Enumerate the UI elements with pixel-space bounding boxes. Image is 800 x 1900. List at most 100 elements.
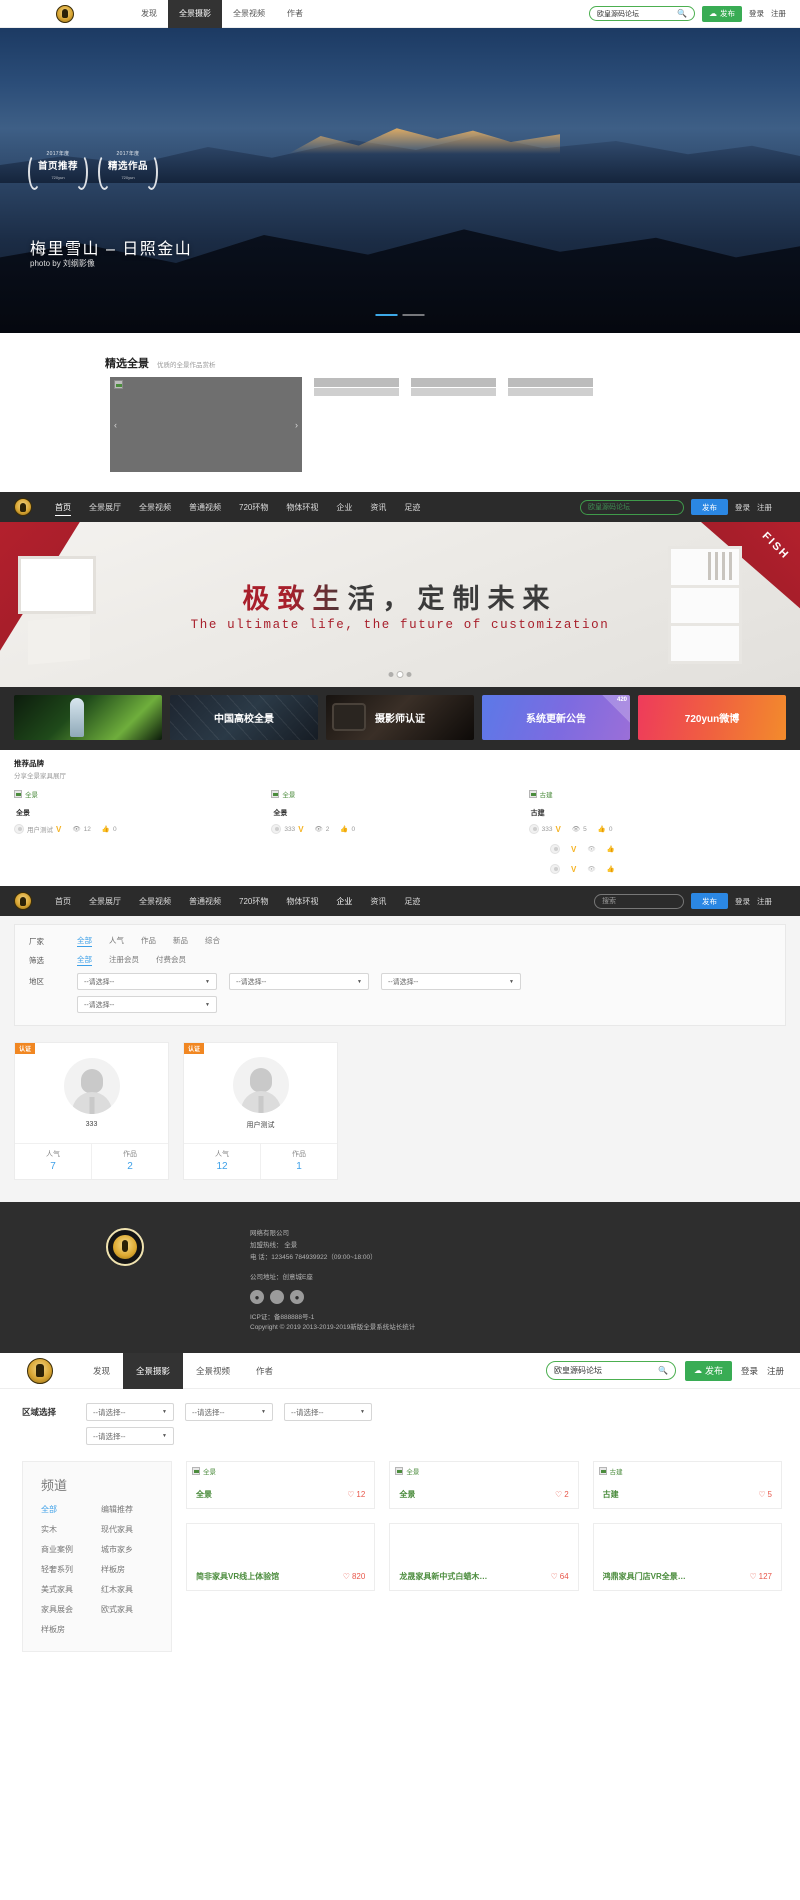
nav-item-enterprise[interactable]: 企业 — [327, 492, 361, 522]
brand-card[interactable]: 古建 古建 333 V 👁 5 � — [528, 789, 786, 834]
nav-item-pano-video[interactable]: 全景视频 — [222, 0, 276, 28]
nav-item-author[interactable]: 作者 — [276, 0, 314, 28]
site-logo-icon[interactable] — [27, 1357, 53, 1384]
promo-card-weibo[interactable]: 720yun微博 — [638, 695, 786, 740]
filter-option-popularity[interactable]: 人气 — [109, 935, 124, 947]
nav-item-normal-video[interactable]: 普通视频 — [180, 492, 230, 522]
gallery-card[interactable]: 全景 全景 ♡ 12 — [186, 1461, 376, 1510]
promo-card-photographer-cert[interactable]: 摄影师认证 — [326, 695, 474, 740]
channel-item-model-room[interactable]: 样板房 — [101, 1564, 161, 1575]
nav-item-discover[interactable]: 发现 — [130, 0, 168, 28]
nav-item-720-object[interactable]: 720环物 — [230, 886, 277, 916]
area-select-extra[interactable]: --请选择-- ▼ — [86, 1427, 174, 1446]
nav-item-footprints[interactable]: 足迹 — [395, 492, 429, 522]
search-box[interactable]: 搜索 — [594, 893, 684, 909]
search-box[interactable]: 欧皇源码论坛 🔍 — [545, 1361, 676, 1381]
register-link[interactable]: 注册 — [771, 8, 786, 19]
area-select-city[interactable]: --请选择-- ▼ — [185, 1403, 273, 1422]
publish-button[interactable]: ☁ 发布 — [684, 1360, 732, 1381]
furniture-banner[interactable]: FISH 极致生活，定制未来 The ultimate life, the fu… — [0, 522, 800, 687]
filter-option-all[interactable]: 全部 — [77, 935, 92, 947]
user-card[interactable]: 认证 333 人气 7 作品 2 — [14, 1042, 169, 1180]
area-select-district[interactable]: --请选择-- ▼ — [284, 1403, 372, 1422]
channel-item-model-room-2[interactable]: 样板房 — [41, 1624, 101, 1635]
filter-option-works[interactable]: 作品 — [141, 935, 156, 947]
channel-item-american-furniture[interactable]: 美式家具 — [41, 1584, 101, 1595]
publish-button[interactable]: ☁ 发布 — [702, 5, 742, 22]
channel-item-solid-wood[interactable]: 实木 — [41, 1524, 101, 1535]
banner-dot-2[interactable] — [397, 672, 403, 677]
featured-thumb[interactable] — [508, 378, 593, 396]
nav-item-pano-hall[interactable]: 全景展厅 — [80, 886, 130, 916]
gallery-card[interactable]: 古建 古建 ♡ 5 — [592, 1461, 782, 1510]
search-input[interactable]: 欧皇源码论坛 — [588, 502, 630, 512]
carousel-dot-2[interactable] — [402, 314, 425, 316]
filter-option-all[interactable]: 全部 — [77, 954, 92, 966]
area-select-province[interactable]: --请选择-- ▼ — [86, 1403, 174, 1422]
user-card[interactable]: 认证 用户测试 人气 12 作品 1 — [183, 1042, 338, 1180]
channel-item-editor-pick[interactable]: 编辑推荐 — [101, 1504, 161, 1515]
nav-item-news[interactable]: 资讯 — [361, 886, 395, 916]
nav-item-enterprise[interactable]: 企业 — [327, 886, 361, 916]
nav-item-home[interactable]: 首页 — [46, 492, 80, 522]
region-select-district[interactable]: --请选择-- ▼ — [381, 973, 521, 990]
nav-item-pano-video[interactable]: 全景视频 — [183, 1353, 243, 1389]
publish-button[interactable]: 发布 — [691, 499, 728, 515]
nav-item-normal-video[interactable]: 普通视频 — [180, 886, 230, 916]
nav-item-author[interactable]: 作者 — [243, 1353, 286, 1389]
login-link[interactable]: 登录 — [735, 502, 750, 513]
nav-item-pano-photo[interactable]: 全景摄影 — [168, 0, 222, 28]
nav-item-720-object[interactable]: 720环物 — [230, 492, 277, 522]
channel-item-modern-furniture[interactable]: 现代家具 — [101, 1524, 161, 1535]
weibo-icon[interactable] — [270, 1290, 284, 1305]
gallery-card[interactable]: 全景 全景 ♡ 2 — [389, 1461, 579, 1510]
banner-dot-1[interactable] — [388, 672, 394, 677]
gallery-card[interactable]: 鸿鼎家具门店VR全景… ♡ 127 — [592, 1523, 782, 1592]
register-link[interactable]: 注册 — [757, 502, 772, 513]
search-box[interactable]: 欧皇源码论坛 — [580, 499, 684, 515]
channel-item-light-luxury[interactable]: 轻奢系列 — [41, 1564, 101, 1575]
channel-item-all[interactable]: 全部 — [41, 1504, 101, 1515]
search-input[interactable]: 搜索 — [602, 896, 616, 906]
site-logo-icon[interactable] — [56, 4, 74, 23]
register-link[interactable]: 注册 — [767, 1365, 784, 1377]
featured-thumb[interactable] — [314, 378, 399, 396]
filter-option-registered[interactable]: 注册会员 — [109, 954, 139, 966]
nav-item-footprints[interactable]: 足迹 — [395, 886, 429, 916]
nav-item-object-view[interactable]: 物体环视 — [277, 492, 327, 522]
nav-item-object-view[interactable]: 物体环视 — [277, 886, 327, 916]
nav-item-pano-photo[interactable]: 全景摄影 — [123, 1352, 184, 1389]
publish-button[interactable]: 发布 — [691, 893, 728, 909]
carousel-dot-1[interactable] — [375, 314, 398, 316]
channel-item-commercial-case[interactable]: 商业案例 — [41, 1544, 101, 1555]
brand-card[interactable]: 全景 全景 333 V 👁 2 � — [271, 789, 528, 834]
channel-item-city-hometown[interactable]: 城市家乡 — [101, 1544, 161, 1555]
region-select-extra[interactable]: --请选择-- ▼ — [77, 996, 217, 1013]
wechat-icon[interactable]: ● — [250, 1290, 264, 1305]
filter-option-paid[interactable]: 付费会员 — [156, 954, 186, 966]
banner-dot-3[interactable] — [406, 672, 412, 677]
featured-thumb[interactable] — [411, 378, 496, 396]
nav-item-home[interactable]: 首页 — [46, 886, 80, 916]
register-link[interactable]: 注册 — [757, 896, 772, 907]
gallery-card[interactable]: 龙晟家具新中式白蜡木… ♡ 64 — [389, 1523, 579, 1592]
nav-item-discover[interactable]: 发现 — [80, 1353, 123, 1389]
nav-item-pano-video[interactable]: 全景视频 — [130, 886, 180, 916]
nav-item-news[interactable]: 资讯 — [361, 492, 395, 522]
search-icon[interactable]: 🔍 — [677, 9, 687, 18]
site-logo-icon[interactable] — [14, 498, 32, 516]
carousel-prev-icon[interactable]: ‹ — [114, 420, 117, 430]
hero-banner[interactable]: 2017年度 首页推荐 720yun 2017年度 精选作品 720yun 梅里… — [0, 28, 800, 333]
nav-item-pano-hall[interactable]: 全景展厅 — [80, 492, 130, 522]
filter-option-comprehensive[interactable]: 综合 — [205, 935, 220, 947]
region-select-province[interactable]: --请选择-- ▼ — [77, 973, 217, 990]
site-logo-icon[interactable] — [14, 892, 32, 910]
brand-card[interactable]: 全景 全景 用户测试 V 👁 12 👍 0 — [14, 789, 271, 834]
search-icon[interactable]: 🔍 — [658, 1366, 668, 1375]
login-link[interactable]: 登录 — [741, 1365, 758, 1377]
login-link[interactable]: 登录 — [735, 896, 750, 907]
search-box[interactable]: 欧皇源码论坛 🔍 — [589, 6, 695, 21]
carousel-next-icon[interactable]: › — [295, 420, 298, 430]
filter-option-new[interactable]: 新品 — [173, 935, 188, 947]
promo-card-university[interactable]: 中国高校全景 — [170, 695, 318, 740]
